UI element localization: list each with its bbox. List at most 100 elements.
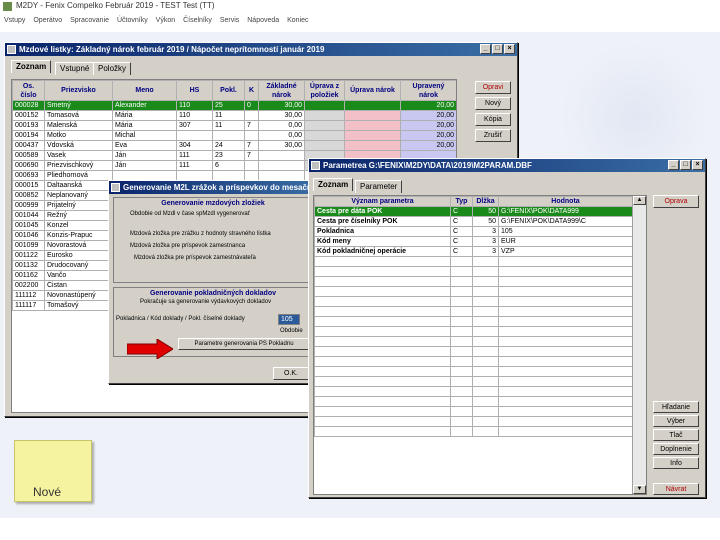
section-line: Mzdová zložka pre príspevok zamestnanca bbox=[130, 243, 246, 249]
close-button[interactable]: × bbox=[504, 44, 515, 54]
tab-polozky[interactable]: Položky bbox=[93, 62, 132, 75]
table-cell: Čistan bbox=[44, 280, 113, 291]
oprava-button[interactable]: Oprava bbox=[653, 195, 699, 208]
table-cell: Režný bbox=[44, 210, 113, 221]
col-header[interactable]: Základné nárok bbox=[258, 80, 305, 101]
tab-parameter[interactable]: Parameter bbox=[355, 180, 403, 193]
info-button[interactable]: Info bbox=[653, 457, 699, 469]
col-header[interactable]: Dĺžka bbox=[472, 196, 499, 207]
col-header[interactable]: Význam parametra bbox=[314, 196, 451, 207]
table-cell: 110 bbox=[176, 100, 213, 111]
doplnenie-button[interactable]: Doplnenie bbox=[653, 443, 699, 455]
menu-item[interactable]: Účtovníky bbox=[117, 17, 148, 24]
table-cell bbox=[450, 276, 473, 287]
empty-row bbox=[314, 266, 633, 277]
empty-row bbox=[314, 356, 633, 367]
col-header[interactable]: Upravený nárok bbox=[400, 80, 456, 101]
empty-row bbox=[314, 366, 633, 377]
parameter-generovania-button[interactable]: Parametre generovania PS Pokladnu bbox=[178, 338, 310, 350]
parameter-table-scrollbar[interactable]: ▲ ▼ bbox=[632, 196, 646, 494]
vyber-button[interactable]: Výber bbox=[653, 415, 699, 427]
menu-item[interactable]: Výkon bbox=[156, 17, 175, 24]
table-cell: 000028 bbox=[12, 100, 45, 111]
ok-button[interactable]: O.K. bbox=[273, 367, 309, 380]
table-cell: 000152 bbox=[12, 110, 45, 121]
minimize-button[interactable]: _ bbox=[668, 160, 679, 170]
table-cell: Konzis-Prapuc bbox=[44, 230, 113, 241]
table-row[interactable]: 000028 Smetný Alexander 110 25 0 30,00 20,00 bbox=[12, 100, 456, 111]
table-cell bbox=[314, 386, 451, 397]
table-cell: 111112 bbox=[12, 290, 45, 301]
maximize-button[interactable]: □ bbox=[492, 44, 503, 54]
table-cell: 3 bbox=[472, 226, 499, 237]
table-cell bbox=[258, 160, 305, 171]
col-header[interactable]: Priezvisko bbox=[44, 80, 113, 101]
table-cell: Smetný bbox=[44, 100, 113, 111]
col-header[interactable]: Pokl. bbox=[212, 80, 245, 101]
table-row[interactable]: Kód meny C 3 EUR bbox=[314, 236, 633, 247]
table-row[interactable]: 000194 Motko Michal 0,00 20,00 bbox=[12, 130, 456, 141]
tab-zoznam[interactable]: Zoznam bbox=[313, 178, 354, 191]
col-header[interactable]: Hodnota bbox=[498, 196, 633, 207]
col-header[interactable]: K bbox=[244, 80, 259, 101]
table-cell: 001122 bbox=[12, 250, 45, 261]
table-cell bbox=[212, 130, 245, 141]
table-cell: 000690 bbox=[12, 160, 45, 171]
table-row[interactable]: 000193 Malenská Mária 307 11 7 0,00 20,00 bbox=[12, 120, 456, 131]
table-cell bbox=[314, 366, 451, 377]
table-cell: 000589 bbox=[12, 150, 45, 161]
col-header[interactable]: HS bbox=[176, 80, 213, 101]
tlac-button[interactable]: Tlač bbox=[653, 429, 699, 441]
minimize-button[interactable]: _ bbox=[480, 44, 491, 54]
table-cell bbox=[314, 296, 451, 307]
table-cell bbox=[472, 406, 499, 417]
table-cell: Malenská bbox=[44, 120, 113, 131]
table-cell bbox=[314, 326, 451, 337]
col-header[interactable]: Úprava nárok bbox=[344, 80, 401, 101]
tab-zoznam[interactable]: Zoznam bbox=[11, 60, 52, 73]
scroll-down-icon[interactable]: ▼ bbox=[633, 485, 646, 494]
maximize-button[interactable]: □ bbox=[680, 160, 691, 170]
tab-vstupne[interactable]: Vstupné bbox=[55, 62, 95, 75]
table-cell: Vančo bbox=[44, 270, 113, 281]
hladanie-button[interactable]: Hľadanie bbox=[653, 401, 699, 413]
table-cell bbox=[498, 306, 633, 317]
menu-item[interactable]: Operátvo bbox=[33, 17, 62, 24]
kopia-button[interactable]: Kópia bbox=[475, 113, 511, 126]
table-cell bbox=[498, 326, 633, 337]
col-header[interactable]: Typ bbox=[450, 196, 473, 207]
zrusit-button[interactable]: Zrušiť bbox=[475, 129, 511, 142]
table-cell: Alexander bbox=[112, 100, 177, 111]
opravi-button[interactable]: Opravi bbox=[475, 81, 511, 94]
pokladnica-field[interactable]: 105 bbox=[278, 314, 300, 325]
table-row[interactable]: Cesta pre dáta POK C 50 G:\FENIX\POK\DATA99… bbox=[314, 206, 633, 217]
close-button[interactable]: × bbox=[692, 160, 703, 170]
table-row[interactable]: 000152 Tomasová Mária 110 11 30,00 20,00 bbox=[12, 110, 456, 121]
sticky-note: Nové bbox=[14, 440, 92, 502]
table-cell: Novorastová bbox=[44, 240, 113, 251]
menu-item[interactable]: Koniec bbox=[287, 17, 308, 24]
menu-item[interactable]: Číselníky bbox=[183, 17, 212, 24]
scroll-up-icon[interactable]: ▲ bbox=[633, 196, 646, 205]
table-row[interactable]: Cesta pre číselníky POK C 50 G:\FENIX\POK\D… bbox=[314, 216, 633, 227]
menu-item[interactable]: Vstupy bbox=[4, 17, 25, 24]
red-arrow-icon bbox=[127, 339, 173, 359]
menu-item[interactable]: Spracovanie bbox=[70, 17, 109, 24]
table-row[interactable]: 000437 Vdovská Eva 304 24 7 30,00 20,00 bbox=[12, 140, 456, 151]
pokladnica-label: Pokladnica / Kód doklady / Pokl. číselné… bbox=[116, 316, 245, 322]
menu-item[interactable]: Servis bbox=[220, 17, 239, 24]
table-row[interactable]: Kód pokladničnej operácie C 3 VZP bbox=[314, 246, 633, 257]
table-cell bbox=[304, 140, 345, 151]
table-cell bbox=[498, 296, 633, 307]
menu-item[interactable]: Nápoveda bbox=[247, 17, 279, 24]
novy-button[interactable]: Nový bbox=[475, 97, 511, 110]
table-cell bbox=[472, 276, 499, 287]
empty-row bbox=[314, 306, 633, 317]
empty-row bbox=[314, 416, 633, 427]
col-header[interactable]: Os. číslo bbox=[12, 80, 45, 101]
col-header[interactable]: Meno bbox=[112, 80, 177, 101]
table-row[interactable]: Pokladnica C 3 105 bbox=[314, 226, 633, 237]
col-header[interactable]: Úprava z položiek bbox=[304, 80, 345, 101]
navrat-button[interactable]: Návrat bbox=[653, 483, 699, 495]
table-cell: 110 bbox=[176, 110, 213, 121]
